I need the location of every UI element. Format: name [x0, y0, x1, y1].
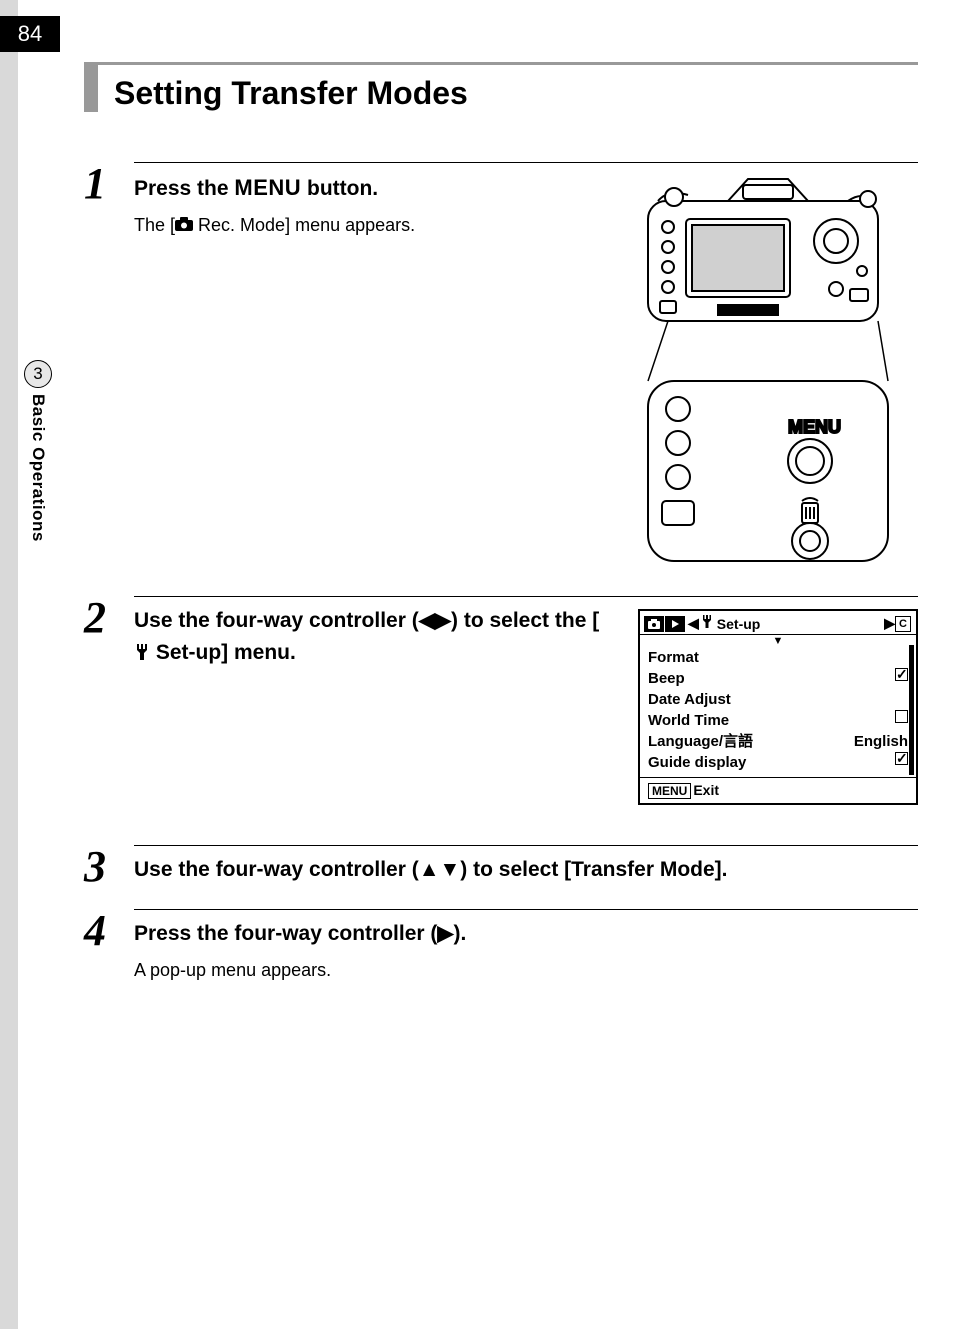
menu-item-beep: Beep — [648, 668, 908, 689]
menu-button-label: MENU — [788, 417, 841, 437]
lcd-footer: MENUExit — [640, 777, 916, 803]
section-title-bar: Setting Transfer Modes — [84, 62, 918, 112]
checkbox-checked-icon — [895, 668, 908, 681]
playback-tab-icon — [665, 616, 685, 632]
step-4: 4 Press the four-way controller (▶). A p… — [84, 909, 918, 981]
lcd-menu-list: ▼ Format Beep Date Adjust World Time Lan… — [640, 635, 916, 777]
menu-item-world-time: World Time — [648, 710, 908, 731]
step-1-heading: Press the MENU button. — [134, 171, 598, 205]
step-3-heading: Use the four-way controller (▲▼) to sele… — [134, 854, 918, 886]
menu-item-guide-display: Guide display — [648, 752, 908, 773]
chapter-number: 3 — [24, 360, 52, 388]
setup-tab-icon — [701, 615, 713, 632]
left-margin-strip — [0, 0, 18, 1329]
custom-tab-icon: C — [895, 616, 911, 632]
menu-item-language: Language/言語English — [648, 731, 908, 752]
checkbox-unchecked-icon — [895, 710, 908, 723]
menu-badge: MENU — [648, 783, 691, 799]
down-marker-icon: ▼ — [648, 637, 908, 647]
chapter-tab: 3 Basic Operations — [24, 360, 52, 542]
step-number: 2 — [84, 596, 134, 805]
camera-icon — [175, 215, 193, 236]
arrow-left-icon: ◀ — [688, 615, 699, 632]
step-1: 1 Press the MENU button. The [ Rec. Mode… — [84, 162, 918, 576]
arrow-right-icon: ▶ — [884, 615, 895, 632]
step-number: 1 — [84, 162, 134, 576]
page-content: Setting Transfer Modes 1 Press the MENU … — [84, 62, 918, 1001]
camera-illustration: MENU — [618, 171, 918, 576]
chapter-title: Basic Operations — [28, 394, 48, 542]
lcd-tab-bar: ◀ Set-up ▶ C — [640, 611, 916, 635]
step-2-heading: Use the four-way controller (◀▶) to sele… — [134, 605, 614, 668]
menu-item-date-adjust: Date Adjust — [648, 689, 908, 710]
lcd-screen: ◀ Set-up ▶ C ▼ Format Beep Date Adjust — [638, 609, 918, 805]
lcd-tab-title: Set-up — [717, 616, 761, 632]
lcd-scrollbar — [909, 645, 914, 775]
step-2: 2 Use the four-way controller (◀▶) to se… — [84, 596, 918, 805]
checkbox-checked-icon — [895, 752, 908, 765]
rec-mode-tab-icon — [644, 616, 664, 632]
step-4-heading: Press the four-way controller (▶). — [134, 918, 918, 950]
section-title: Setting Transfer Modes — [114, 75, 918, 112]
page-number: 84 — [0, 16, 60, 52]
tool-icon — [134, 641, 150, 664]
step-number: 3 — [84, 845, 134, 889]
step-number: 4 — [84, 909, 134, 981]
step-3: 3 Use the four-way controller (▲▼) to se… — [84, 845, 918, 889]
step-1-description: The [ Rec. Mode] menu appears. — [134, 215, 598, 237]
step-4-description: A pop-up menu appears. — [134, 960, 918, 981]
menu-item-format: Format — [648, 647, 908, 668]
